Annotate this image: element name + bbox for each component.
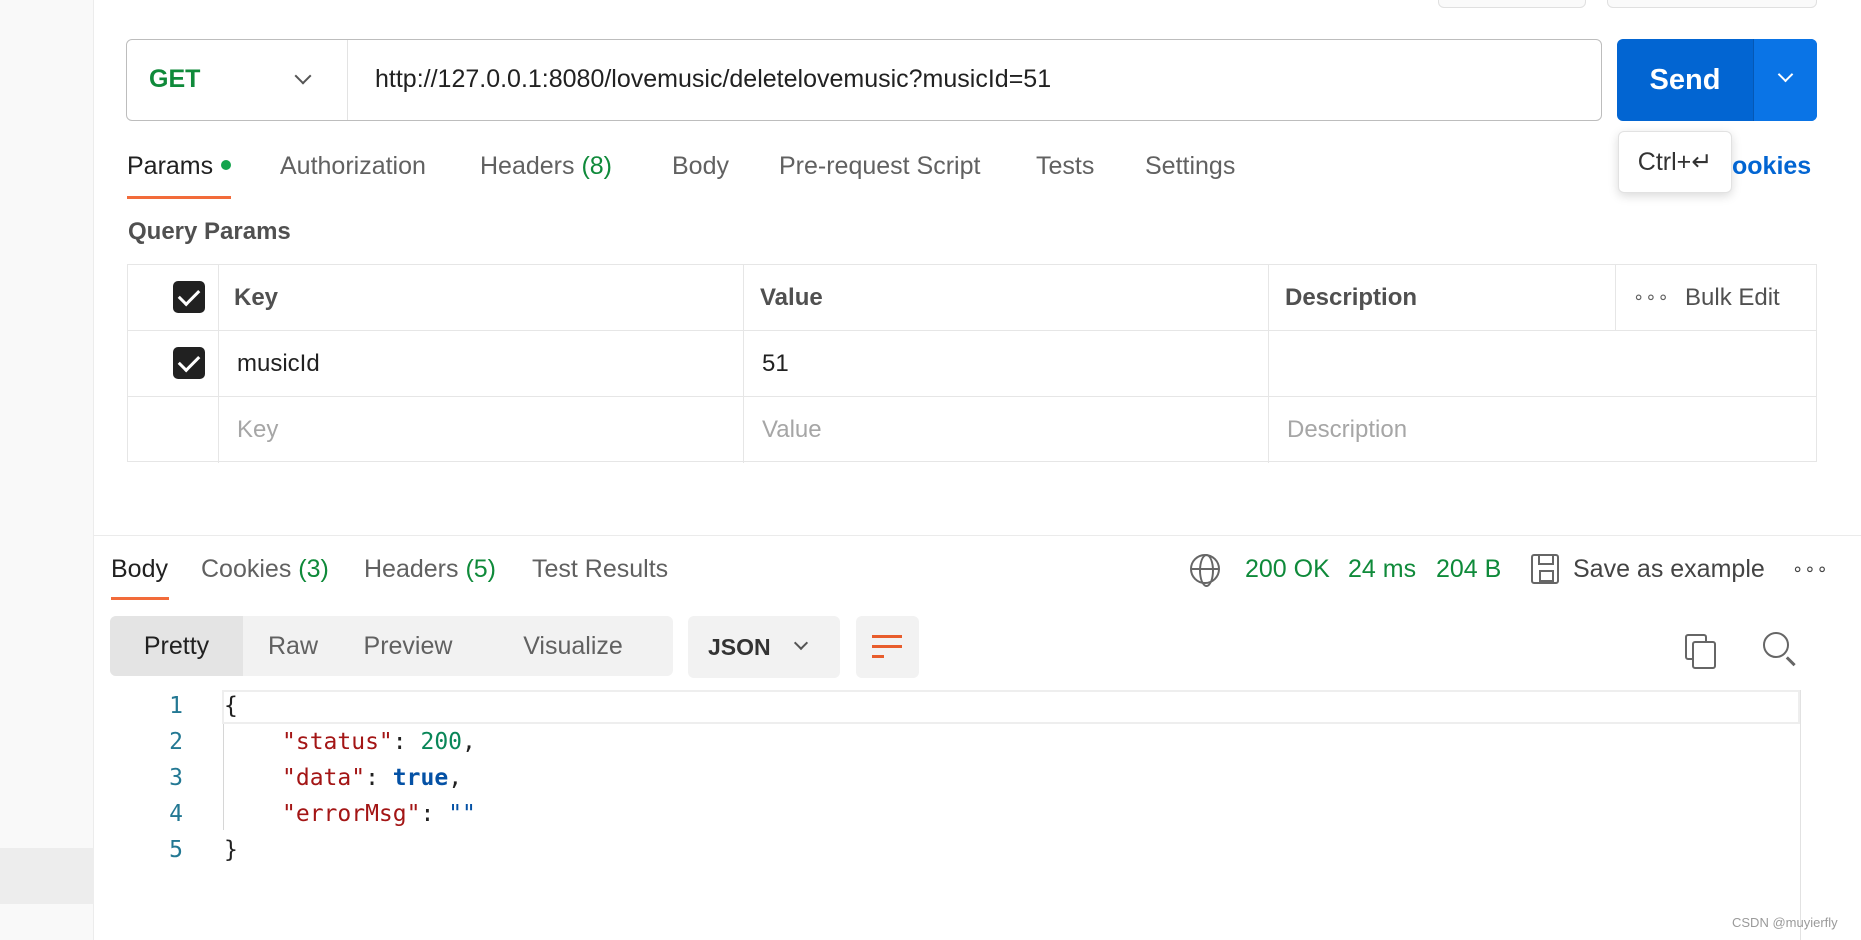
send-button[interactable]: Send: [1617, 39, 1753, 121]
panel-divider: [94, 535, 1861, 536]
code-line: }: [224, 837, 238, 863]
tab-response-body[interactable]: Body: [111, 555, 168, 584]
tab-authorization[interactable]: Authorization: [280, 152, 426, 181]
save-icon[interactable]: [1531, 554, 1559, 584]
json-key: "status": [282, 729, 393, 755]
query-params-table: Key Value Description ∘∘∘ Bulk Edit musi…: [127, 264, 1817, 463]
view-mode-preview[interactable]: Preview: [343, 616, 473, 676]
save-as-example-button[interactable]: Save as example: [1573, 555, 1765, 584]
url-input[interactable]: http://127.0.0.1:8080/lovemusic/deletelo…: [375, 65, 1051, 94]
view-mode-visualize[interactable]: Visualize: [473, 616, 673, 676]
tab-pre-request-script[interactable]: Pre-request Script: [779, 152, 980, 181]
view-mode-pretty[interactable]: Pretty: [110, 616, 243, 676]
response-size[interactable]: 204 B: [1436, 555, 1501, 584]
tab-body[interactable]: Body: [672, 152, 729, 181]
json-number: 200: [420, 729, 463, 755]
tab-test-results[interactable]: Test Results: [532, 555, 668, 584]
json-boolean: true: [392, 765, 449, 791]
response-time[interactable]: 24 ms: [1348, 555, 1416, 584]
send-options-button[interactable]: [1753, 39, 1817, 121]
editor-scrollbar-edge: [1800, 690, 1801, 940]
globe-icon[interactable]: [1190, 554, 1220, 587]
current-line-highlight: [222, 690, 1800, 724]
cookies-link[interactable]: ookies: [1732, 152, 1811, 181]
sidebar-selected-item[interactable]: [0, 848, 94, 904]
wrap-lines-button[interactable]: [856, 616, 919, 678]
format-select[interactable]: JSON: [688, 616, 840, 678]
open-brace: {: [224, 693, 238, 719]
wrap-lines-icon: [872, 635, 902, 659]
select-all-checkbox[interactable]: [173, 281, 205, 313]
active-tab-underline: [111, 597, 169, 600]
table-header-row: Key Value Description ∘∘∘ Bulk Edit: [128, 265, 1816, 331]
url-bar: GET http://127.0.0.1:8080/lovemusic/dele…: [126, 39, 1602, 121]
value-column-header: Value: [760, 284, 823, 311]
line-number: 4: [169, 801, 183, 827]
tab-headers-label: Headers: [364, 555, 459, 583]
json-key: "errorMsg": [282, 801, 421, 827]
top-control-right[interactable]: [1607, 0, 1817, 8]
status-code[interactable]: 200 OK: [1245, 555, 1330, 584]
tab-headers[interactable]: Headers (8): [480, 152, 612, 181]
line-number: 5: [169, 837, 183, 863]
key-column-header: Key: [234, 284, 279, 311]
tab-cookies-label: Cookies: [201, 555, 292, 583]
tab-tests[interactable]: Tests: [1036, 152, 1094, 181]
method-select[interactable]: GET: [127, 40, 348, 120]
line-number: 1: [169, 693, 183, 719]
param-value-field[interactable]: 51: [762, 350, 789, 378]
line-number: 3: [169, 765, 183, 791]
tab-settings[interactable]: Settings: [1145, 152, 1235, 181]
close-brace: }: [224, 837, 238, 863]
more-options-icon[interactable]: ∘∘∘: [1792, 559, 1829, 580]
code-line: {: [224, 693, 238, 719]
more-options-icon[interactable]: ∘∘∘: [1633, 287, 1670, 308]
new-key-input[interactable]: Key: [237, 416, 278, 444]
method-label: GET: [149, 65, 201, 93]
tab-headers-label: Headers: [480, 152, 575, 180]
code-line: "errorMsg": "": [282, 801, 476, 827]
description-column-header: Description: [1285, 284, 1418, 311]
param-key-field[interactable]: musicId: [237, 350, 320, 378]
tab-response-headers[interactable]: Headers (5): [364, 555, 496, 584]
cookies-count: (3): [298, 555, 329, 583]
response-headers-count: (5): [465, 555, 497, 583]
format-label: JSON: [708, 634, 771, 660]
watermark: CSDN @muyierfly: [1732, 915, 1838, 930]
search-icon[interactable]: [1763, 632, 1789, 658]
table-row-empty: Key Value Description: [128, 397, 1816, 463]
tab-response-cookies[interactable]: Cookies (3): [201, 555, 329, 584]
bulk-edit-button[interactable]: Bulk Edit: [1685, 284, 1780, 312]
new-value-input[interactable]: Value: [762, 416, 822, 444]
new-description-input[interactable]: Description: [1287, 416, 1407, 444]
chevron-down-icon: [294, 67, 312, 85]
line-number: 2: [169, 729, 183, 755]
chevron-down-icon: [793, 635, 809, 651]
view-mode-raw[interactable]: Raw: [243, 616, 343, 676]
send-shortcut-tooltip: Ctrl+↵: [1618, 131, 1732, 193]
send-button-group: Send: [1617, 39, 1817, 121]
copy-icon[interactable]: [1685, 634, 1716, 669]
code-line: "data": true,: [282, 765, 463, 791]
params-active-dot: [221, 160, 232, 171]
view-mode-selector: Pretty Raw Preview Visualize: [110, 616, 673, 676]
chevron-down-icon: [1777, 66, 1794, 83]
left-sidebar: [0, 0, 94, 940]
response-body-editor[interactable]: 1 2 3 4 5 { "status": 200, "data": true,…: [110, 690, 1800, 940]
json-key: "data": [282, 765, 366, 791]
code-line: "status": 200,: [282, 729, 476, 755]
row-enabled-checkbox[interactable]: [173, 347, 205, 379]
top-control-left[interactable]: [1438, 0, 1586, 8]
query-params-title: Query Params: [128, 218, 291, 245]
tab-params[interactable]: Params: [127, 152, 232, 181]
table-row: musicId 51: [128, 331, 1816, 397]
active-tab-underline: [127, 196, 231, 199]
indent-guide: [223, 724, 224, 830]
headers-count: (8): [581, 152, 613, 180]
json-string: "": [448, 801, 476, 827]
tab-params-label: Params: [127, 152, 214, 180]
